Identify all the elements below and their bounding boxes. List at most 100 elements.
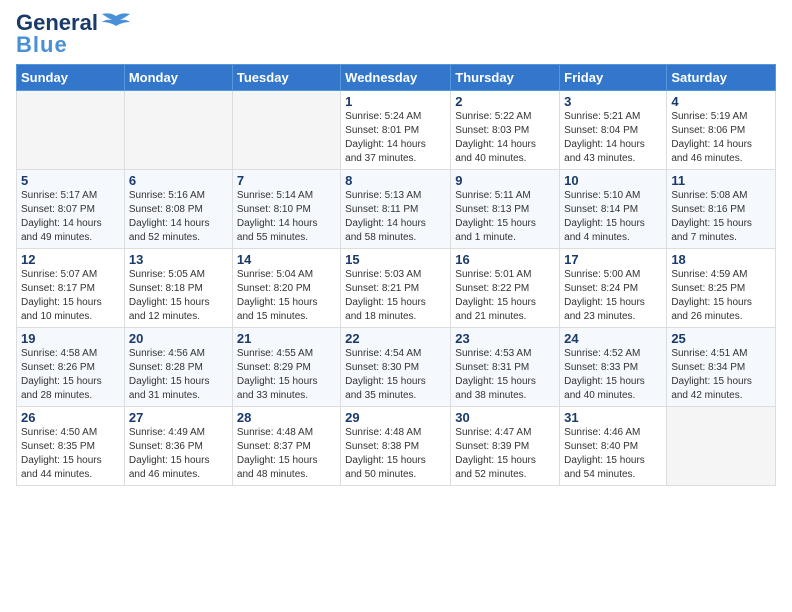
calendar-week-row: 19Sunrise: 4:58 AM Sunset: 8:26 PM Dayli… [17,328,776,407]
day-info: Sunrise: 4:58 AM Sunset: 8:26 PM Dayligh… [21,347,120,403]
calendar-cell: 10Sunrise: 5:10 AM Sunset: 8:14 PM Dayli… [560,170,667,249]
day-info: Sunrise: 4:53 AM Sunset: 8:31 PM Dayligh… [455,347,555,403]
day-info: Sunrise: 4:55 AM Sunset: 8:29 PM Dayligh… [237,347,336,403]
calendar-cell: 2Sunrise: 5:22 AM Sunset: 8:03 PM Daylig… [451,91,560,170]
day-number: 5 [21,173,120,188]
calendar-cell: 25Sunrise: 4:51 AM Sunset: 8:34 PM Dayli… [667,328,776,407]
day-info: Sunrise: 4:46 AM Sunset: 8:40 PM Dayligh… [564,426,662,482]
logo-blue-text: Blue [16,32,68,58]
calendar-cell: 9Sunrise: 5:11 AM Sunset: 8:13 PM Daylig… [451,170,560,249]
logo-bird-icon [100,12,132,34]
calendar-cell: 16Sunrise: 5:01 AM Sunset: 8:22 PM Dayli… [451,249,560,328]
day-info: Sunrise: 4:51 AM Sunset: 8:34 PM Dayligh… [671,347,771,403]
header: General Blue [16,10,776,58]
calendar-cell: 31Sunrise: 4:46 AM Sunset: 8:40 PM Dayli… [560,407,667,486]
day-info: Sunrise: 5:04 AM Sunset: 8:20 PM Dayligh… [237,268,336,324]
day-number: 26 [21,410,120,425]
calendar-week-row: 1Sunrise: 5:24 AM Sunset: 8:01 PM Daylig… [17,91,776,170]
day-number: 16 [455,252,555,267]
day-number: 12 [21,252,120,267]
calendar-cell: 6Sunrise: 5:16 AM Sunset: 8:08 PM Daylig… [124,170,232,249]
day-number: 7 [237,173,336,188]
day-number: 10 [564,173,662,188]
calendar-col-header: Monday [124,65,232,91]
day-number: 23 [455,331,555,346]
calendar-cell: 22Sunrise: 4:54 AM Sunset: 8:30 PM Dayli… [341,328,451,407]
day-info: Sunrise: 4:52 AM Sunset: 8:33 PM Dayligh… [564,347,662,403]
day-info: Sunrise: 5:14 AM Sunset: 8:10 PM Dayligh… [237,189,336,245]
day-info: Sunrise: 5:17 AM Sunset: 8:07 PM Dayligh… [21,189,120,245]
calendar-week-row: 26Sunrise: 4:50 AM Sunset: 8:35 PM Dayli… [17,407,776,486]
day-number: 14 [237,252,336,267]
calendar-cell: 21Sunrise: 4:55 AM Sunset: 8:29 PM Dayli… [232,328,340,407]
day-number: 1 [345,94,446,109]
day-number: 24 [564,331,662,346]
day-number: 21 [237,331,336,346]
day-info: Sunrise: 4:56 AM Sunset: 8:28 PM Dayligh… [129,347,228,403]
calendar-cell: 15Sunrise: 5:03 AM Sunset: 8:21 PM Dayli… [341,249,451,328]
day-info: Sunrise: 5:16 AM Sunset: 8:08 PM Dayligh… [129,189,228,245]
day-info: Sunrise: 4:49 AM Sunset: 8:36 PM Dayligh… [129,426,228,482]
day-info: Sunrise: 5:13 AM Sunset: 8:11 PM Dayligh… [345,189,446,245]
day-number: 6 [129,173,228,188]
calendar-cell: 13Sunrise: 5:05 AM Sunset: 8:18 PM Dayli… [124,249,232,328]
calendar-cell: 19Sunrise: 4:58 AM Sunset: 8:26 PM Dayli… [17,328,125,407]
day-info: Sunrise: 4:50 AM Sunset: 8:35 PM Dayligh… [21,426,120,482]
day-info: Sunrise: 5:03 AM Sunset: 8:21 PM Dayligh… [345,268,446,324]
logo: General Blue [16,10,132,58]
day-number: 9 [455,173,555,188]
day-info: Sunrise: 5:10 AM Sunset: 8:14 PM Dayligh… [564,189,662,245]
calendar-cell: 14Sunrise: 5:04 AM Sunset: 8:20 PM Dayli… [232,249,340,328]
calendar-cell: 17Sunrise: 5:00 AM Sunset: 8:24 PM Dayli… [560,249,667,328]
calendar-cell: 29Sunrise: 4:48 AM Sunset: 8:38 PM Dayli… [341,407,451,486]
calendar-cell: 27Sunrise: 4:49 AM Sunset: 8:36 PM Dayli… [124,407,232,486]
day-info: Sunrise: 5:24 AM Sunset: 8:01 PM Dayligh… [345,110,446,166]
day-number: 22 [345,331,446,346]
calendar-cell [17,91,125,170]
day-info: Sunrise: 5:00 AM Sunset: 8:24 PM Dayligh… [564,268,662,324]
day-number: 17 [564,252,662,267]
day-number: 3 [564,94,662,109]
calendar-cell: 24Sunrise: 4:52 AM Sunset: 8:33 PM Dayli… [560,328,667,407]
day-info: Sunrise: 5:22 AM Sunset: 8:03 PM Dayligh… [455,110,555,166]
day-info: Sunrise: 5:21 AM Sunset: 8:04 PM Dayligh… [564,110,662,166]
day-number: 13 [129,252,228,267]
day-number: 25 [671,331,771,346]
calendar-cell [232,91,340,170]
calendar: SundayMondayTuesdayWednesdayThursdayFrid… [16,64,776,486]
day-info: Sunrise: 5:19 AM Sunset: 8:06 PM Dayligh… [671,110,771,166]
calendar-cell: 26Sunrise: 4:50 AM Sunset: 8:35 PM Dayli… [17,407,125,486]
day-info: Sunrise: 4:48 AM Sunset: 8:37 PM Dayligh… [237,426,336,482]
calendar-col-header: Tuesday [232,65,340,91]
calendar-col-header: Sunday [17,65,125,91]
day-number: 4 [671,94,771,109]
day-number: 28 [237,410,336,425]
calendar-col-header: Wednesday [341,65,451,91]
calendar-col-header: Thursday [451,65,560,91]
calendar-cell: 20Sunrise: 4:56 AM Sunset: 8:28 PM Dayli… [124,328,232,407]
calendar-cell: 18Sunrise: 4:59 AM Sunset: 8:25 PM Dayli… [667,249,776,328]
day-number: 18 [671,252,771,267]
calendar-week-row: 12Sunrise: 5:07 AM Sunset: 8:17 PM Dayli… [17,249,776,328]
calendar-week-row: 5Sunrise: 5:17 AM Sunset: 8:07 PM Daylig… [17,170,776,249]
day-info: Sunrise: 4:59 AM Sunset: 8:25 PM Dayligh… [671,268,771,324]
day-info: Sunrise: 5:08 AM Sunset: 8:16 PM Dayligh… [671,189,771,245]
calendar-col-header: Friday [560,65,667,91]
calendar-cell: 12Sunrise: 5:07 AM Sunset: 8:17 PM Dayli… [17,249,125,328]
calendar-cell: 30Sunrise: 4:47 AM Sunset: 8:39 PM Dayli… [451,407,560,486]
day-info: Sunrise: 4:47 AM Sunset: 8:39 PM Dayligh… [455,426,555,482]
day-info: Sunrise: 4:54 AM Sunset: 8:30 PM Dayligh… [345,347,446,403]
day-number: 19 [21,331,120,346]
day-number: 20 [129,331,228,346]
day-number: 8 [345,173,446,188]
day-info: Sunrise: 5:01 AM Sunset: 8:22 PM Dayligh… [455,268,555,324]
calendar-cell: 11Sunrise: 5:08 AM Sunset: 8:16 PM Dayli… [667,170,776,249]
calendar-header-row: SundayMondayTuesdayWednesdayThursdayFrid… [17,65,776,91]
day-number: 15 [345,252,446,267]
calendar-cell: 1Sunrise: 5:24 AM Sunset: 8:01 PM Daylig… [341,91,451,170]
calendar-cell [124,91,232,170]
calendar-cell: 5Sunrise: 5:17 AM Sunset: 8:07 PM Daylig… [17,170,125,249]
day-number: 29 [345,410,446,425]
calendar-cell [667,407,776,486]
day-info: Sunrise: 5:05 AM Sunset: 8:18 PM Dayligh… [129,268,228,324]
